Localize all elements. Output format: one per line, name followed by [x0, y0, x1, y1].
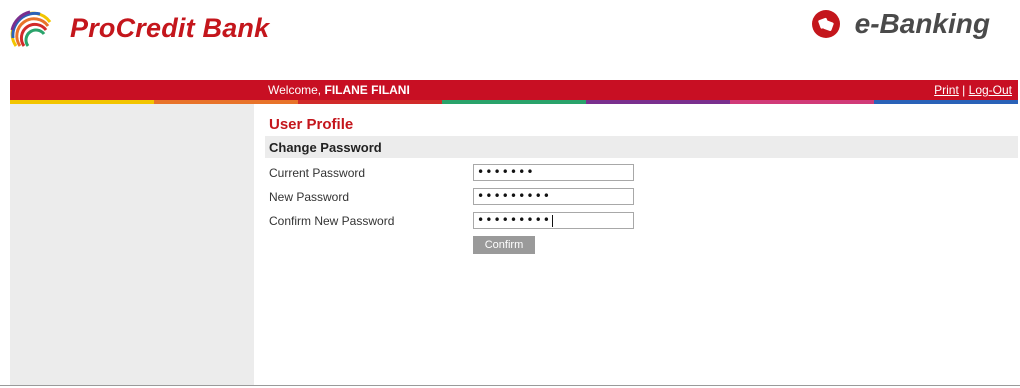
color-stripe-5 — [730, 100, 874, 104]
page-title: User Profile — [269, 116, 354, 133]
current-password-input[interactable]: ••••••• — [473, 164, 634, 181]
welcome-prefix: Welcome, — [268, 83, 322, 97]
current-password-value: ••••••• — [477, 165, 535, 179]
link-separator: | — [962, 83, 966, 97]
current-password-label: Current Password — [269, 166, 366, 180]
print-link[interactable]: Print — [934, 83, 959, 97]
confirm-password-input[interactable]: ••••••••• — [473, 212, 634, 229]
new-password-value: ••••••••• — [477, 189, 552, 203]
confirm-password-label: Confirm New Password — [269, 214, 395, 228]
color-stripe-6 — [874, 100, 1018, 104]
user-name: FILANE FILANI — [324, 83, 410, 97]
top-bar: Welcome, FILANE FILANI Print | Log-Out — [10, 80, 1018, 100]
top-links: Print | Log-Out — [934, 83, 1012, 97]
procredit-arcs-logo-icon — [10, 10, 52, 47]
confirm-password-value: ••••••••• — [477, 213, 552, 227]
ebanking-badge-icon — [811, 10, 840, 38]
bottom-divider — [0, 385, 1020, 386]
new-password-label: New Password — [269, 190, 350, 204]
color-stripe-3 — [442, 100, 586, 104]
ebanking-label: e-Banking — [854, 8, 990, 39]
logout-link[interactable]: Log-Out — [969, 83, 1012, 97]
welcome-message: Welcome, FILANE FILANI — [268, 83, 410, 97]
text-caret — [552, 214, 554, 227]
ebanking-brand: e-Banking — [811, 8, 990, 40]
sidebar — [10, 104, 254, 386]
section-title: Change Password — [269, 140, 382, 155]
bank-name: ProCredit Bank — [70, 12, 270, 43]
color-stripe-2 — [298, 100, 442, 104]
new-password-input[interactable]: ••••••••• — [473, 188, 634, 205]
color-stripe-4 — [586, 100, 730, 104]
procredit-logo: ProCredit Bank — [10, 8, 269, 48]
section-header: Change Password — [265, 136, 1018, 158]
confirm-button[interactable]: Confirm — [473, 236, 535, 254]
